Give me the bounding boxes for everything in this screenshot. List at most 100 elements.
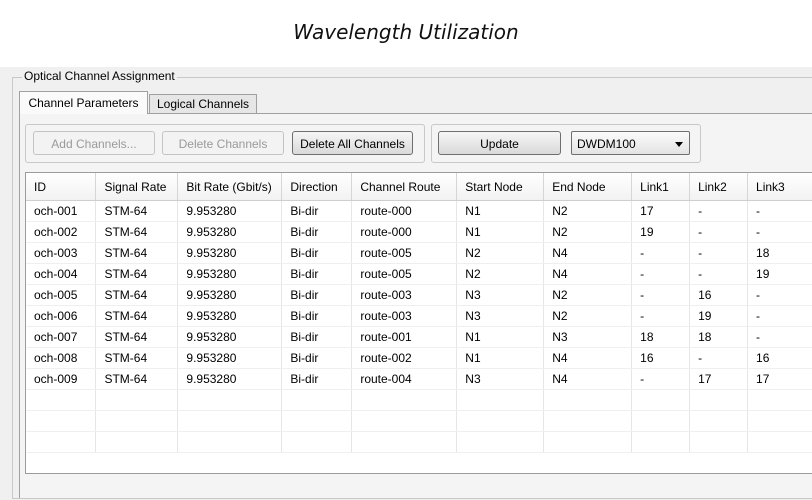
group-title: Optical Channel Assignment (22, 69, 177, 83)
table-row[interactable]: och-008 STM-64 9.953280 Bi-dir route-002 N1 N4… (26, 347, 812, 369)
cell-direction: Bi-dir (281, 242, 353, 264)
column-header-bit-rate[interactable]: Bit Rate (Gbit/s) (177, 173, 283, 201)
column-header-id[interactable]: ID (26, 173, 97, 201)
delete-channels-button[interactable]: Delete Channels (162, 131, 284, 155)
cell-link1: 19 (631, 221, 691, 243)
cell-start-node: N3 (456, 368, 545, 390)
cell-channel-route: route-000 (351, 221, 458, 243)
cell-start-node: N3 (456, 284, 545, 306)
empty-cell (543, 389, 633, 411)
empty-cell (281, 431, 353, 453)
cell-link2: - (689, 242, 749, 264)
cell-id: och-007 (26, 326, 97, 348)
cell-signal-rate: STM-64 (95, 263, 179, 285)
table-row[interactable]: och-002 STM-64 9.953280 Bi-dir route-000 N1 N2… (26, 221, 812, 243)
cell-direction: Bi-dir (281, 326, 353, 348)
cell-link3: - (747, 200, 812, 222)
empty-table-row (26, 389, 812, 411)
column-header-link1[interactable]: Link1 (631, 173, 691, 201)
cell-bit-rate: 9.953280 (177, 221, 283, 243)
cell-end-node: N4 (543, 368, 633, 390)
cell-id: och-002 (26, 221, 97, 243)
column-header-end-node[interactable]: End Node (543, 173, 633, 201)
cell-link3: 16 (747, 347, 812, 369)
column-header-signal-rate[interactable]: Signal Rate (95, 173, 179, 201)
cell-direction: Bi-dir (281, 200, 353, 222)
cell-direction: Bi-dir (281, 368, 353, 390)
empty-cell (281, 389, 353, 411)
cell-channel-route: route-005 (351, 242, 458, 264)
table-row[interactable]: och-003 STM-64 9.953280 Bi-dir route-005 N2 N4… (26, 242, 812, 264)
add-channels-button[interactable]: Add Channels... (33, 131, 155, 155)
cell-direction: Bi-dir (281, 221, 353, 243)
cell-signal-rate: STM-64 (95, 347, 179, 369)
column-header-channel-route[interactable]: Channel Route (351, 173, 458, 201)
cell-link2: - (689, 263, 749, 285)
cell-bit-rate: 9.953280 (177, 326, 283, 348)
cell-signal-rate: STM-64 (95, 368, 179, 390)
table-row[interactable]: och-004 STM-64 9.953280 Bi-dir route-005 N2 N4… (26, 263, 812, 285)
cell-channel-route: route-001 (351, 326, 458, 348)
cell-link1: 16 (631, 347, 691, 369)
table-row[interactable]: och-009 STM-64 9.953280 Bi-dir route-004 N3 N4… (26, 368, 812, 390)
cell-bit-rate: 9.953280 (177, 200, 283, 222)
cell-direction: Bi-dir (281, 263, 353, 285)
cell-link3: - (747, 305, 812, 327)
cell-link1: - (631, 305, 691, 327)
table-row[interactable]: och-007 STM-64 9.953280 Bi-dir route-001 N1 N3… (26, 326, 812, 348)
cell-id: och-003 (26, 242, 97, 264)
tab-logical-channels[interactable]: Logical Channels (149, 94, 257, 114)
chevron-down-icon (675, 142, 683, 147)
cell-end-node: N2 (543, 200, 633, 222)
cell-signal-rate: STM-64 (95, 221, 179, 243)
cell-link1: - (631, 263, 691, 285)
cell-bit-rate: 9.953280 (177, 242, 283, 264)
cell-id: och-005 (26, 284, 97, 306)
figure-heading: Wavelength Utilization (293, 20, 519, 44)
empty-cell (456, 389, 545, 411)
delete-all-channels-button[interactable]: Delete All Channels (292, 131, 413, 155)
column-header-start-node[interactable]: Start Node (456, 173, 545, 201)
cell-end-node: N4 (543, 263, 633, 285)
empty-cell (351, 431, 458, 453)
cell-channel-route: route-004 (351, 368, 458, 390)
table-row[interactable]: och-001 STM-64 9.953280 Bi-dir route-000 N1 N2… (26, 200, 812, 222)
empty-cell (456, 410, 545, 432)
column-header-link2[interactable]: Link2 (689, 173, 749, 201)
empty-cell (177, 431, 283, 453)
grid-select[interactable]: DWDM100 (571, 131, 690, 155)
cell-direction: Bi-dir (281, 305, 353, 327)
update-button[interactable]: Update (438, 131, 561, 155)
column-header-direction[interactable]: Direction (281, 173, 353, 201)
cell-start-node: N3 (456, 305, 545, 327)
cell-link2: - (689, 200, 749, 222)
cell-channel-route: route-005 (351, 263, 458, 285)
tab-channel-parameters[interactable]: Channel Parameters (19, 91, 148, 114)
cell-link3: 18 (747, 242, 812, 264)
cell-direction: Bi-dir (281, 284, 353, 306)
channel-table: ID Signal Rate Bit Rate (Gbit/s) Directi… (25, 172, 812, 474)
cell-id: och-008 (26, 347, 97, 369)
cell-id: och-004 (26, 263, 97, 285)
empty-cell (95, 389, 179, 411)
empty-cell (631, 431, 691, 453)
cell-link2: - (689, 347, 749, 369)
cell-id: och-009 (26, 368, 97, 390)
cell-link2: 18 (689, 326, 749, 348)
empty-cell (689, 389, 749, 411)
cell-link1: - (631, 284, 691, 306)
table-row[interactable]: och-005 STM-64 9.953280 Bi-dir route-003 N3 N2… (26, 284, 812, 306)
empty-cell (26, 431, 97, 453)
cell-end-node: N2 (543, 305, 633, 327)
empty-cell (747, 389, 812, 411)
empty-cell (747, 431, 812, 453)
column-header-link3[interactable]: Link3 (747, 173, 812, 201)
cell-channel-route: route-003 (351, 305, 458, 327)
cell-start-node: N2 (456, 242, 545, 264)
cell-link3: - (747, 221, 812, 243)
cell-start-node: N1 (456, 200, 545, 222)
cell-link2: 16 (689, 284, 749, 306)
cell-end-node: N2 (543, 221, 633, 243)
cell-id: och-006 (26, 305, 97, 327)
table-row[interactable]: och-006 STM-64 9.953280 Bi-dir route-003 N3 N2… (26, 305, 812, 327)
